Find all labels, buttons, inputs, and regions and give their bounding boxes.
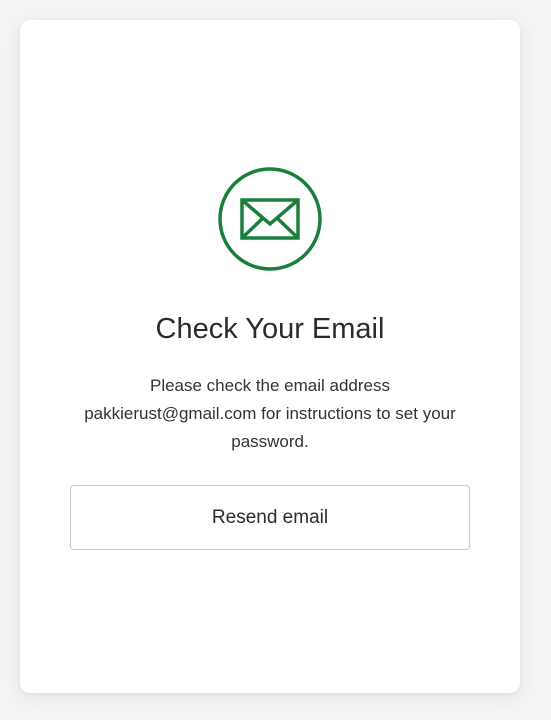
instruction-message: Please check the email address pakkierus… xyxy=(70,372,470,456)
message-line-3: password. xyxy=(231,432,309,451)
confirmation-card: Check Your Email Please check the email … xyxy=(20,20,520,693)
message-line-2: pakkierust@gmail.com for instructions to… xyxy=(84,404,456,423)
resend-email-button[interactable]: Resend email xyxy=(70,485,470,550)
page-title: Check Your Email xyxy=(155,313,385,345)
envelope-icon xyxy=(218,167,322,271)
message-line-1: Please check the email address xyxy=(149,376,391,395)
